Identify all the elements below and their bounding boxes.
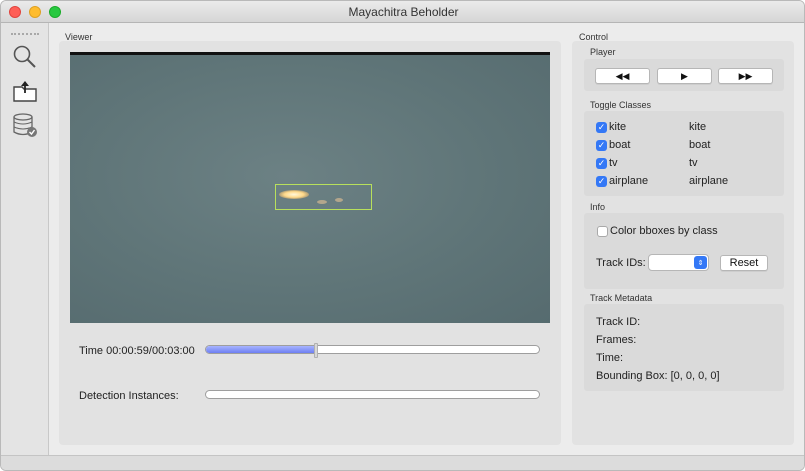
class-value-kite: kite <box>689 121 707 133</box>
time-slider[interactable] <box>205 345 540 354</box>
class-name-kite[interactable]: kite <box>609 121 626 133</box>
track-metadata-group-label: Track Metadata <box>590 293 653 303</box>
class-name-airplane[interactable]: airplane <box>609 175 648 187</box>
detection-instances-label: Detection Instances: <box>79 390 179 402</box>
detected-object-trail <box>317 200 327 204</box>
toggle-classes-group-label: Toggle Classes <box>590 100 652 110</box>
detected-object-trail <box>335 198 343 202</box>
class-checkbox-tv[interactable]: ✓ <box>596 158 607 169</box>
track-ids-select[interactable]: ⇕ <box>648 254 709 271</box>
class-value-boat: boat <box>689 139 711 151</box>
bounding-box-label: Bounding Box: [0, 0, 0, 0] <box>596 370 720 382</box>
open-folder-icon[interactable] <box>9 75 41 107</box>
detection-instances-bar[interactable] <box>205 390 540 399</box>
search-icon[interactable] <box>9 41 41 73</box>
color-bboxes-checkbox[interactable] <box>597 226 608 237</box>
class-checkbox-kite[interactable]: ✓ <box>596 122 607 133</box>
title-bar: Mayachitra Beholder <box>1 1 804 23</box>
detected-object <box>279 190 309 199</box>
class-value-airplane: airplane <box>689 175 729 187</box>
control-section-label: Control <box>579 32 609 42</box>
fast-forward-button[interactable]: ▶▶ <box>718 68 773 84</box>
track-ids-label: Track IDs: <box>596 257 646 269</box>
play-button[interactable]: ▶ <box>657 68 712 84</box>
database-settings-icon[interactable] <box>9 109 41 141</box>
class-checkbox-airplane[interactable]: ✓ <box>596 176 607 187</box>
class-name-tv[interactable]: tv <box>609 157 618 169</box>
time-label: Time 00:00:59/00:03:00 <box>79 345 195 357</box>
time-slider-fill <box>206 346 316 353</box>
time-slider-handle[interactable] <box>313 343 318 358</box>
app-window: Mayachitra Beholder Viewer Time 00:00:59… <box>0 0 805 471</box>
left-toolbar <box>1 23 49 455</box>
window-title: Mayachitra Beholder <box>348 5 459 19</box>
time-metadata-label: Time: <box>596 352 624 364</box>
frames-label: Frames: <box>596 334 637 346</box>
rewind-button[interactable]: ◀◀ <box>595 68 650 84</box>
player-group-label: Player <box>590 47 616 57</box>
status-bar <box>1 455 804 470</box>
class-name-boat[interactable]: boat <box>609 139 630 151</box>
reset-button[interactable]: Reset <box>720 255 768 271</box>
toolbar-grip[interactable] <box>11 33 39 35</box>
class-value-tv: tv <box>689 157 698 169</box>
viewer-section-label: Viewer <box>65 32 93 42</box>
track-id-label: Track ID: <box>596 316 641 328</box>
info-group-label: Info <box>590 202 606 212</box>
color-bboxes-label[interactable]: Color bboxes by class <box>610 225 718 237</box>
class-checkbox-boat[interactable]: ✓ <box>596 140 607 151</box>
chevron-updown-icon: ⇕ <box>694 256 707 269</box>
